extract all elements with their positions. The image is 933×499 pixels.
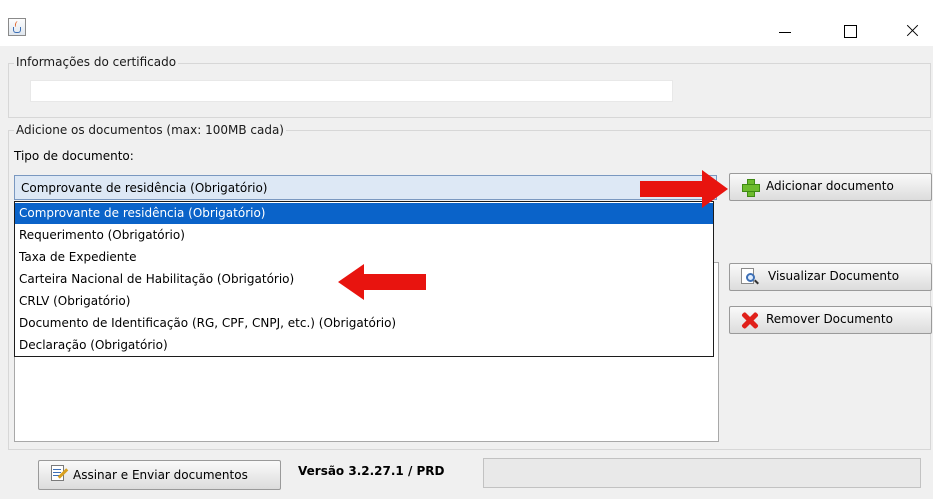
magnifier-icon [741, 268, 759, 286]
plus-icon [741, 178, 760, 197]
dropdown-option-requerimento[interactable]: Requerimento (Obrigatório) [15, 225, 713, 246]
document-type-select[interactable]: Comprovante de residência (Obrigatório) [14, 175, 717, 200]
remove-document-button[interactable]: Remover Documento [729, 306, 932, 334]
maximize-button[interactable] [830, 10, 870, 46]
red-x-icon [740, 311, 760, 329]
version-label: Versão 3.2.27.1 / PRD [298, 464, 445, 478]
title-bar [0, 0, 933, 46]
document-type-label: Tipo de documento: [14, 149, 134, 163]
documents-group-label: Adicione os documentos (max: 100MB cada) [14, 123, 286, 137]
dropdown-option-identificacao[interactable]: Documento de Identificação (RG, CPF, CNP… [15, 313, 713, 334]
status-field [483, 458, 921, 488]
certificate-group-label: Informações do certificado [14, 55, 179, 69]
java-cup-icon [8, 18, 26, 36]
add-document-button[interactable]: Adicionar documento [729, 173, 932, 201]
red-arrow-right [640, 170, 728, 208]
sign-send-label: Assinar e Enviar documentos [73, 468, 248, 482]
sign-pen-icon [49, 464, 69, 482]
view-document-button[interactable]: Visualizar Documento [729, 263, 932, 291]
dropdown-option-declaracao[interactable]: Declaração (Obrigatório) [15, 335, 713, 356]
remove-document-label: Remover Documento [766, 312, 893, 326]
minimize-button[interactable] [765, 10, 805, 46]
add-document-label: Adicionar documento [766, 179, 894, 193]
document-type-selected: Comprovante de residência (Obrigatório) [21, 181, 268, 195]
sign-send-button[interactable]: Assinar e Enviar documentos [38, 460, 281, 490]
view-document-label: Visualizar Documento [768, 269, 900, 283]
certificate-info-field [30, 80, 673, 102]
dropdown-option-comprovante[interactable]: Comprovante de residência (Obrigatório) [15, 203, 713, 224]
close-button[interactable] [893, 10, 933, 46]
red-arrow-left [338, 264, 426, 300]
